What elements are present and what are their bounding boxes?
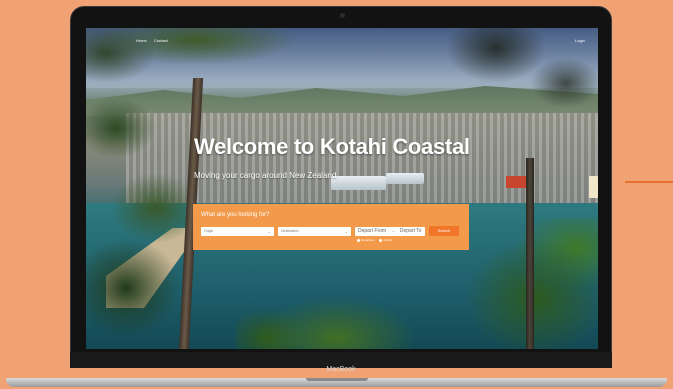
top-navigation: Home Contact Login bbox=[86, 28, 598, 48]
device-brand-label: MacBook bbox=[326, 366, 356, 373]
radio-departure-icon[interactable] bbox=[357, 238, 360, 242]
search-panel: What are you looking for? Origin ⌄ Desti… bbox=[193, 204, 469, 250]
radio-departure-label[interactable]: Departure bbox=[361, 238, 374, 242]
hero-title: Welcome to Kotahi Coastal bbox=[194, 134, 470, 159]
foliage-bottom bbox=[236, 288, 446, 349]
nav-link-home[interactable]: Home bbox=[136, 38, 147, 43]
foliage-left bbox=[86, 88, 196, 349]
feedback-tab[interactable] bbox=[589, 176, 598, 198]
search-button[interactable]: Search bbox=[429, 226, 459, 236]
chevron-down-icon: ⌄ bbox=[344, 229, 348, 234]
decorative-line bbox=[625, 181, 673, 183]
destination-select[interactable]: Destination ⌄ bbox=[278, 227, 351, 236]
date-range-input[interactable]: Depart From → Depart To bbox=[355, 227, 425, 236]
chevron-down-icon: ⌄ bbox=[267, 229, 271, 234]
depart-to-field[interactable]: Depart To bbox=[400, 228, 422, 234]
radio-arrival-label[interactable]: Arrival bbox=[383, 238, 392, 242]
destination-placeholder: Destination bbox=[281, 229, 299, 233]
cruise-ship-2 bbox=[386, 173, 424, 184]
webcam bbox=[340, 13, 345, 18]
login-link[interactable]: Login bbox=[575, 38, 585, 43]
cruise-ship bbox=[331, 176, 386, 190]
depart-from-field[interactable]: Depart From bbox=[358, 228, 386, 234]
nav-link-contact[interactable]: Contact bbox=[154, 38, 168, 43]
origin-placeholder: Origin bbox=[204, 229, 214, 233]
date-type-radio-group: Departure Arrival bbox=[357, 238, 392, 242]
origin-select[interactable]: Origin ⌄ bbox=[201, 227, 274, 236]
laptop-notch bbox=[306, 378, 368, 381]
tree-trunk bbox=[526, 158, 534, 349]
laptop-screen: Home Contact Login Welcome to Kotahi Coa… bbox=[86, 28, 598, 349]
arrow-right-icon: → bbox=[390, 228, 396, 234]
cargo-ship bbox=[506, 176, 528, 188]
hero-subtitle: Moving your cargo around New Zealand bbox=[194, 171, 337, 180]
search-heading: What are you looking for? bbox=[201, 212, 270, 218]
radio-arrival-icon[interactable] bbox=[379, 238, 383, 242]
